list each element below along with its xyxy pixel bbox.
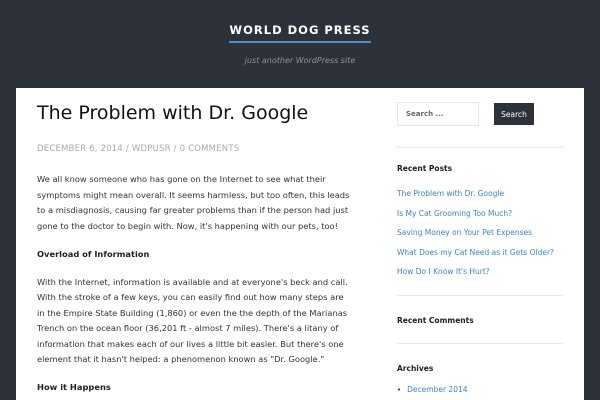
post-date[interactable]: DECEMBER 6, 2014 bbox=[37, 144, 123, 154]
recent-post-link[interactable]: What Does my Cat Need as it Gets Older? bbox=[397, 248, 567, 268]
archives-title: Archives bbox=[397, 364, 434, 373]
content-area: The Problem with Dr. Google DECEMBER 6, … bbox=[16, 88, 584, 400]
post-author[interactable]: WDPUSR bbox=[132, 144, 171, 154]
meta-separator: / bbox=[123, 144, 132, 154]
post-meta: DECEMBER 6, 2014 / WDPUSR / 0 COMMENTS bbox=[37, 144, 239, 154]
recent-post-link[interactable]: The Problem with Dr. Google bbox=[397, 189, 567, 209]
meta-separator: / bbox=[170, 144, 180, 154]
recent-comments-title: Recent Comments bbox=[397, 316, 474, 325]
recent-post-link[interactable]: How Do I Know It's Hurt? bbox=[397, 267, 567, 287]
recent-post-link[interactable]: Is My Cat Grooming Too Much? bbox=[397, 209, 567, 229]
archives-list: December 2014 bbox=[397, 385, 467, 394]
post-title[interactable]: The Problem with Dr. Google bbox=[37, 102, 308, 124]
site-header: WORLD DOG PRESS just another WordPress s… bbox=[0, 0, 600, 88]
widget-divider bbox=[397, 147, 563, 148]
recent-post-link[interactable]: Saving Money on Your Pet Expenses bbox=[397, 228, 567, 248]
post-content: We all know someone who has gone on the … bbox=[37, 172, 353, 400]
post-comments-link[interactable]: 0 COMMENTS bbox=[180, 144, 240, 154]
search-button[interactable]: Search bbox=[494, 103, 534, 125]
search-input[interactable] bbox=[397, 102, 479, 126]
recent-posts-list: The Problem with Dr. Google Is My Cat Gr… bbox=[397, 189, 567, 287]
post-subheading: How it Happens bbox=[37, 382, 111, 392]
search-form: Search bbox=[397, 102, 567, 126]
archive-link[interactable]: December 2014 bbox=[397, 385, 467, 394]
site-title: WORLD DOG PRESS bbox=[0, 23, 600, 43]
post-subheading: Overload of Information bbox=[37, 248, 150, 259]
widget-divider bbox=[397, 295, 563, 296]
widget-divider bbox=[397, 343, 563, 344]
site-description: just another WordPress site bbox=[244, 56, 356, 65]
recent-posts-title: Recent Posts bbox=[397, 164, 453, 173]
site-title-link[interactable]: WORLD DOG PRESS bbox=[229, 23, 371, 43]
post-paragraph: With the Internet, information is availa… bbox=[37, 276, 348, 365]
post-paragraph: We all know someone who has gone on the … bbox=[37, 174, 350, 231]
